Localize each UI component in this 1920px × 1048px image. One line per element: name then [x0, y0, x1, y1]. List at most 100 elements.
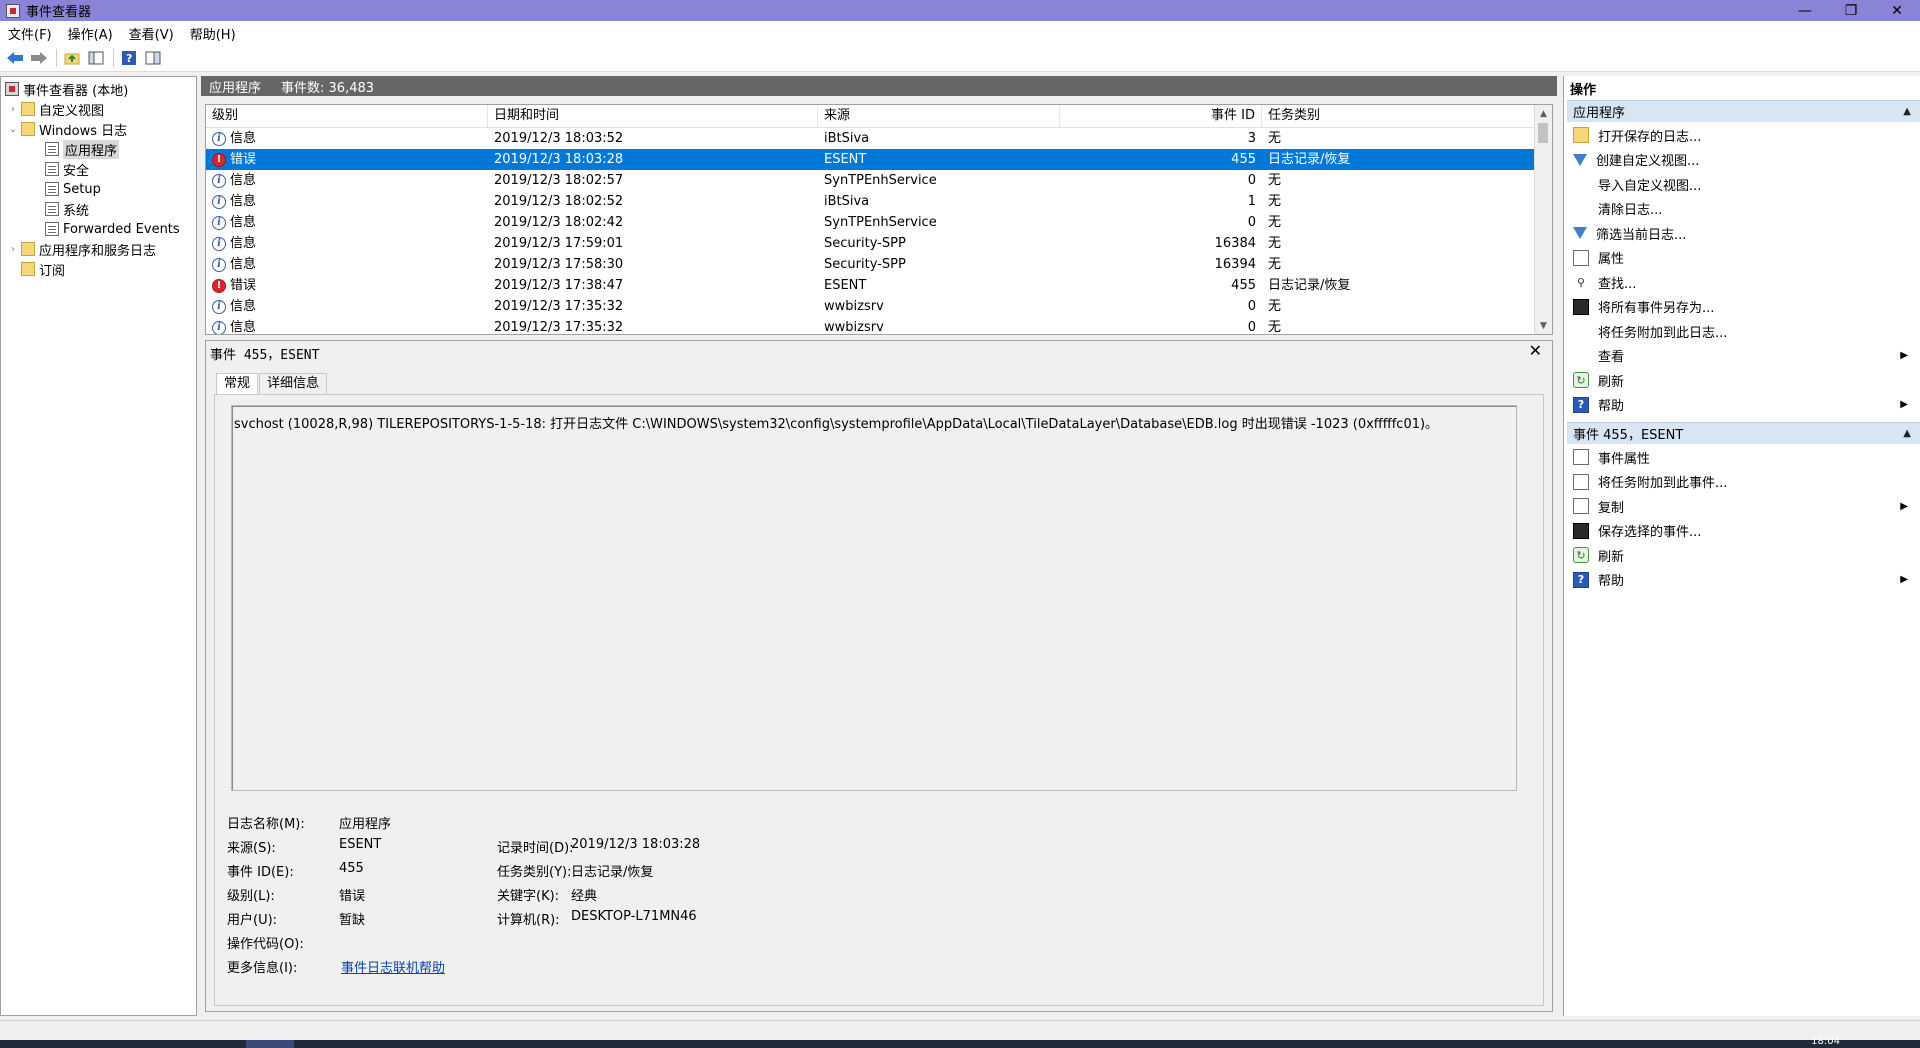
tree-item-windows-logs[interactable]: ⌄ Windows 日志	[7, 119, 127, 139]
info-icon: i	[212, 173, 226, 188]
tree-item-setup[interactable]: Setup	[45, 179, 101, 199]
column-datetime[interactable]: 日期和时间	[488, 105, 818, 127]
tree-item-root[interactable]: 事件查看器 (本地)	[5, 79, 128, 99]
taskbar-active-app[interactable]	[246, 1040, 294, 1048]
folder-icon	[21, 242, 35, 256]
collapse-icon[interactable]: ▲	[1903, 106, 1911, 117]
column-task-category[interactable]: 任务类别	[1262, 105, 1536, 127]
event-list-scrollbar[interactable]: ▲ ▼	[1534, 105, 1552, 334]
action-items1-10[interactable]: ↻ 刷新	[1564, 369, 1914, 391]
scroll-up-icon[interactable]: ▲	[1535, 105, 1552, 122]
action-items2-5[interactable]: ? 帮助 ▶	[1564, 569, 1914, 591]
table-row[interactable]: i 信息 2019/12/3 17:59:01 Security-SPP 16384 无	[206, 233, 1536, 254]
value-event-id: 455	[339, 861, 364, 876]
chevron-down-icon[interactable]: ⌄	[7, 124, 19, 135]
tree-item-system[interactable]: 系统	[45, 199, 89, 219]
minimize-button[interactable]: —	[1782, 0, 1828, 21]
forward-icon[interactable]	[28, 47, 50, 69]
tree-item-security[interactable]: 安全	[45, 159, 89, 179]
row-datetime: 2019/12/3 18:03:52	[494, 131, 624, 146]
row-datetime: 2019/12/3 17:38:47	[494, 278, 624, 293]
help-icon: ?	[1573, 571, 1589, 588]
actions-section-event[interactable]: 事件 455，ESENT ▲	[1567, 422, 1920, 444]
info-icon: i	[212, 257, 226, 272]
action-items1-7[interactable]: 将所有事件另存为...	[1564, 296, 1914, 318]
action-items1-5[interactable]: 属性	[1564, 247, 1914, 269]
tree-item-forwarded-events[interactable]: Forwarded Events	[45, 219, 180, 239]
submenu-arrow-icon: ▶	[1900, 500, 1908, 512]
back-icon[interactable]	[4, 47, 26, 69]
action-label: 事件属性	[1598, 451, 1651, 467]
table-row[interactable]: i 信息 2019/12/3 17:35:32 wwbizsrv 0 无	[206, 317, 1536, 334]
table-row[interactable]: i 信息 2019/12/3 18:02:42 SynTPEnhService 0 无	[206, 212, 1536, 233]
chevron-right-icon[interactable]: ›	[7, 244, 19, 255]
action-items2-2[interactable]: 复制 ▶	[1564, 495, 1914, 517]
chevron-right-icon[interactable]: ›	[7, 104, 19, 115]
event-message[interactable]: svchost (10028,R,98) TILEREPOSITORYS-1-5…	[231, 405, 1517, 791]
event-log-online-help-link[interactable]: 事件日志联机帮助	[341, 957, 445, 976]
table-row[interactable]: ! 错误 2019/12/3 17:38:47 ESENT 455 日志记录/恢复	[206, 275, 1536, 296]
action-items1-0[interactable]: 打开保存的日志...	[1564, 124, 1914, 146]
menu-action[interactable]: 操作(A)	[60, 24, 121, 43]
row-datetime: 2019/12/3 18:03:28	[494, 152, 624, 167]
row-source: iBtSiva	[824, 131, 870, 146]
close-window-button[interactable]: ✕	[1874, 0, 1920, 21]
action-items1-4[interactable]: 筛选当前日志...	[1564, 222, 1914, 244]
row-level: 错误	[230, 278, 257, 293]
tab-general[interactable]: 常规	[216, 373, 259, 396]
submenu-arrow-icon: ▶	[1900, 574, 1908, 585]
info-icon: i	[212, 215, 226, 230]
menu-help[interactable]: 帮助(H)	[182, 24, 244, 43]
menu-file[interactable]: 文件(F)	[0, 24, 60, 43]
taskbar: 18:04	[0, 1036, 1920, 1048]
action-items2-3[interactable]: 保存选择的事件...	[1564, 520, 1914, 542]
action-items1-6[interactable]: ⚲ 查找...	[1564, 271, 1914, 293]
menu-view[interactable]: 查看(V)	[121, 24, 182, 43]
table-row[interactable]: i 信息 2019/12/3 18:03:52 iBtSiva 3 无	[206, 128, 1536, 149]
row-event-id: 16384	[1214, 236, 1256, 251]
table-row[interactable]: i 信息 2019/12/3 18:02:52 iBtSiva 1 无	[206, 191, 1536, 212]
action-items1-1[interactable]: 创建自定义视图...	[1564, 149, 1914, 171]
blank-icon	[1573, 201, 1589, 217]
column-source[interactable]: 来源	[818, 105, 1060, 127]
table-row[interactable]: ! 错误 2019/12/3 18:03:28 ESENT 455 日志记录/恢复	[206, 149, 1536, 170]
up-folder-icon[interactable]	[61, 47, 83, 69]
table-row[interactable]: i 信息 2019/12/3 17:35:32 wwbizsrv 0 无	[206, 296, 1536, 317]
label-user: 用户(U):	[227, 913, 278, 928]
maximize-button[interactable]: ❐	[1828, 0, 1874, 21]
action-items1-11[interactable]: ? 帮助 ▶	[1564, 394, 1914, 416]
actions-section-application[interactable]: 应用程序 ▲	[1567, 100, 1920, 122]
action-items1-9[interactable]: 查看 ▶	[1564, 345, 1914, 367]
tree-item-subscriptions[interactable]: 订阅	[21, 259, 65, 279]
scroll-down-icon[interactable]: ▼	[1535, 317, 1552, 334]
table-row[interactable]: i 信息 2019/12/3 18:02:57 SynTPEnhService 0 无	[206, 170, 1536, 191]
help-icon[interactable]: ?	[118, 47, 140, 69]
action-items1-3[interactable]: 清除日志...	[1564, 198, 1914, 220]
action-items2-0[interactable]: 事件属性	[1564, 446, 1914, 468]
row-level: 信息	[230, 257, 257, 272]
show-hide-tree-icon[interactable]	[85, 47, 107, 69]
info-icon: i	[212, 320, 226, 334]
action-items1-8[interactable]: 将任务附加到此日志...	[1564, 320, 1914, 342]
row-source: SynTPEnhService	[824, 173, 937, 188]
close-detail-icon[interactable]: ✕	[1529, 341, 1542, 360]
tab-details[interactable]: 详细信息	[259, 373, 328, 394]
tree-item-application[interactable]: 应用程序	[45, 139, 120, 159]
row-source: wwbizsrv	[824, 299, 884, 314]
column-event-id[interactable]: 事件 ID	[1060, 105, 1262, 127]
row-task-category: 无	[1268, 194, 1282, 209]
tree-item-custom-views[interactable]: › 自定义视图	[7, 99, 104, 119]
action-pane-icon[interactable]	[142, 47, 164, 69]
value-computer: DESKTOP-L71MN46	[571, 909, 697, 924]
action-items1-2[interactable]: 导入自定义视图...	[1564, 173, 1914, 195]
collapse-icon[interactable]: ▲	[1903, 428, 1911, 439]
row-datetime: 2019/12/3 18:02:42	[494, 215, 624, 230]
action-label: 帮助	[1598, 574, 1625, 589]
tree-item-app-service-logs[interactable]: › 应用程序和服务日志	[7, 239, 156, 259]
event-count: 事件数: 36,483	[281, 80, 375, 96]
scrollbar-thumb[interactable]	[1538, 123, 1548, 143]
action-items2-1[interactable]: 将任务附加到此事件...	[1564, 471, 1914, 493]
table-row[interactable]: i 信息 2019/12/3 17:58:30 Security-SPP 16394 无	[206, 254, 1536, 275]
column-level[interactable]: 级别	[206, 105, 488, 127]
action-items2-4[interactable]: ↻ 刷新	[1564, 544, 1914, 566]
